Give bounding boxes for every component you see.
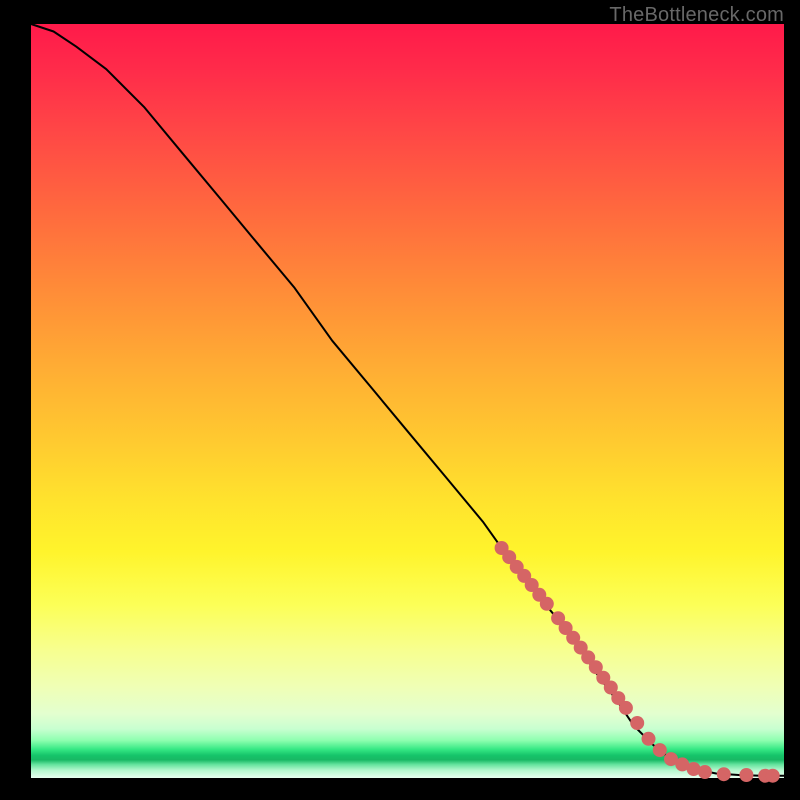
chart-frame: TheBottleneck.com: [0, 0, 800, 800]
curve-line: [31, 24, 784, 776]
highlight-dots: [495, 541, 780, 783]
plot-area: [31, 24, 784, 778]
curve-layer: [31, 24, 784, 778]
